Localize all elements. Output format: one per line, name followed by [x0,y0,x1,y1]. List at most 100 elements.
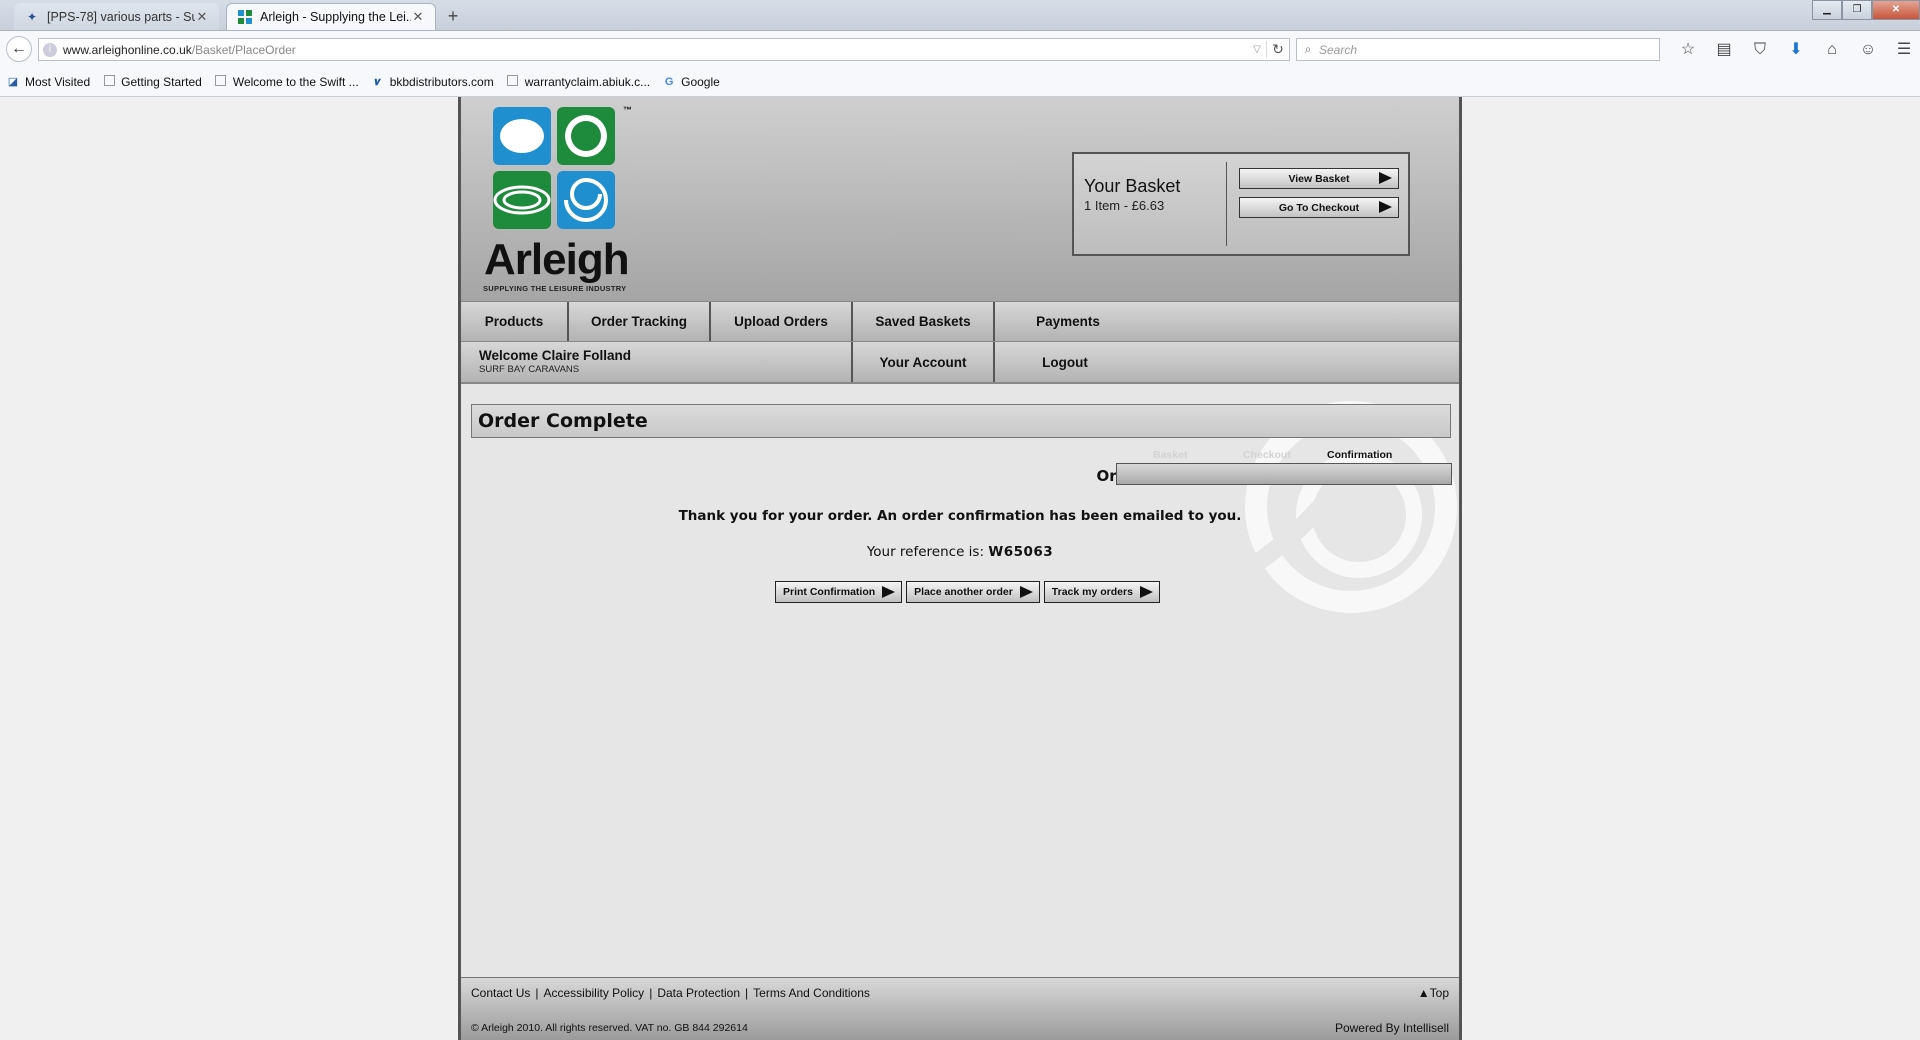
page-viewport: ™ Arleigh SUPPLYING THE LEISURE INDUSTRY… [0,97,1920,1040]
download-icon[interactable]: ⬇ [1778,37,1814,63]
page-icon [102,75,116,89]
page-title: Order Complete [471,404,1451,438]
trademark-symbol: ™ [623,105,632,115]
powered-by-text[interactable]: Powered By Intellisell [1335,1021,1449,1035]
arleigh-logo-mark-icon [493,107,615,229]
nav-order-tracking[interactable]: Order Tracking [569,302,711,341]
view-basket-button[interactable]: View Basket [1239,168,1399,189]
history-dropdown-icon[interactable]: ▽ [1248,44,1266,55]
footer-separator: | [745,986,749,1000]
menu-icon[interactable]: ☰ [1886,37,1920,63]
bookmark-bkb[interactable]: 𝒗 bkbdistributors.com [371,75,494,89]
browser-tab-strip: ✦ [PPS-78] various parts - Sur... ✕ Arle… [0,0,1920,31]
bookmark-label: Welcome to the Swift ... [232,75,359,89]
search-icon: ⌕ [1304,42,1312,56]
bookmarks-bar: ◪ Most Visited Getting Started Welcome t… [0,68,1920,97]
back-button[interactable]: ← [6,36,32,62]
page-icon [214,75,228,89]
toolbar-icons: ☆ ▤ ⛉ ⬇ ⌂ ☺ ☰ [1670,37,1920,63]
bookmark-warrantyclaim[interactable]: warrantyclaim.abiuk.c... [506,75,650,89]
pocket-icon[interactable]: ⛉ [1742,37,1778,63]
footer-separator: | [535,986,539,1000]
arleigh-logo[interactable]: ™ Arleigh SUPPLYING THE LEISURE INDUSTRY [481,105,641,293]
nav-saved-baskets[interactable]: Saved Baskets [853,302,995,341]
go-to-checkout-button[interactable]: Go To Checkout [1239,197,1399,218]
footer-link-data-protection[interactable]: Data Protection [657,986,740,1000]
footer-separator: | [649,986,653,1000]
progress-step-checkout: Checkout [1243,449,1291,461]
logo-tagline: SUPPLYING THE LEISURE INDUSTRY [483,284,627,293]
bookmark-most-visited[interactable]: ◪ Most Visited [6,75,90,89]
footer-link-accessibility[interactable]: Accessibility Policy [543,986,644,1000]
nav-payments[interactable]: Payments [995,302,1141,341]
print-confirmation-button[interactable]: Print Confirmation [775,581,903,603]
track-my-orders-button[interactable]: Track my orders [1043,581,1160,603]
button-label: Print Confirmation [783,586,876,598]
bookmark-star-icon[interactable]: ☆ [1670,37,1706,63]
minimize-icon[interactable]: ▁ [1812,0,1842,20]
google-icon: G [664,76,674,88]
basket-summary-box: Your Basket 1 Item - £6.63 View Basket G… [1072,152,1410,256]
company-name: SURF BAY CARAVANS [479,364,580,375]
bookmark-google[interactable]: G Google [662,75,720,89]
close-tab-icon[interactable]: ✕ [411,9,425,25]
welcome-user-name: Welcome Claire Folland [479,348,632,363]
reference-label: Your reference is: [866,544,985,560]
arrow-right-icon [882,586,896,598]
your-account-link[interactable]: Your Account [851,342,993,382]
close-tab-icon[interactable]: ✕ [195,9,209,25]
bkb-icon: 𝒗 [374,76,381,88]
window-close-icon[interactable]: ✕ [1872,0,1920,20]
bookmark-getting-started[interactable]: Getting Started [102,75,202,89]
address-bar[interactable]: i www.arleighonline.co.uk /Basket/PlaceO… [38,38,1290,61]
back-arrow-icon: ← [11,40,27,57]
basket-title: Your Basket [1084,176,1181,196]
button-label: Go To Checkout [1278,201,1360,214]
place-another-order-button[interactable]: Place another order [906,581,1040,603]
tab-title: [PPS-78] various parts - Sur... [47,9,195,24]
logout-link[interactable]: Logout [993,342,1135,382]
browser-tab-jira[interactable]: ✦ [PPS-78] various parts - Sur... ✕ [14,3,219,30]
browser-toolbar: ← i www.arleighonline.co.uk /Basket/Plac… [0,31,1920,68]
basket-item-count: 1 Item - £6.63 [1084,198,1165,213]
tab-title: Arleigh - Supplying the Lei... [260,10,411,24]
bookmark-label: Most Visited [25,75,91,89]
bookmark-label: bkbdistributors.com [389,75,494,89]
account-bar: Welcome Claire Folland SURF BAY CARAVANS… [461,342,1459,384]
bookmarks-list-icon[interactable]: ▤ [1706,37,1742,63]
search-input[interactable]: ⌕ Search [1296,38,1660,61]
arrow-right-icon [1379,172,1392,184]
nav-upload-orders[interactable]: Upload Orders [711,302,853,341]
basket-divider [1226,162,1227,246]
browser-tab-arleigh[interactable]: Arleigh - Supplying the Lei... ✕ [226,3,436,30]
arrow-right-icon [1379,201,1392,213]
new-tab-button[interactable]: + [442,5,464,27]
restore-icon[interactable]: ❐ [1842,0,1872,20]
home-icon[interactable]: ⌂ [1814,37,1850,63]
button-label: Track my orders [1051,586,1133,598]
site-header: ™ Arleigh SUPPLYING THE LEISURE INDUSTRY… [461,97,1459,301]
most-visited-icon: ◪ [7,76,19,88]
back-to-top-link[interactable]: ▲Top [1418,986,1449,1000]
jira-favicon-icon: ✦ [26,9,38,24]
site-container: ™ Arleigh SUPPLYING THE LEISURE INDUSTRY… [458,97,1462,1040]
bookmark-label: warrantyclaim.abiuk.c... [524,75,651,89]
url-path: /Basket/PlaceOrder [191,42,296,57]
search-placeholder: Search [1319,42,1358,57]
button-label: Place another order [914,586,1013,598]
bookmark-swift[interactable]: Welcome to the Swift ... [214,75,359,89]
site-info-icon[interactable]: i [43,42,57,57]
arrow-right-icon [1019,586,1033,598]
chat-icon[interactable]: ☺ [1850,37,1886,63]
reload-icon[interactable]: ↻ [1266,41,1289,58]
nav-products[interactable]: Products [461,302,569,341]
footer-link-contact-us[interactable]: Contact Us [471,986,530,1000]
logo-wordmark: Arleigh [484,235,630,284]
reference-number: W65063 [988,544,1054,560]
welcome-message: Welcome Claire Folland SURF BAY CARAVANS [479,348,631,375]
progress-step-confirmation: Confirmation [1327,449,1393,461]
main-navigation: Products Order Tracking Upload Orders Sa… [461,301,1459,342]
button-label: View Basket [1288,172,1350,185]
footer-link-terms[interactable]: Terms And Conditions [753,986,870,1000]
window-controls: ▁ ❐ ✕ [1812,0,1920,20]
